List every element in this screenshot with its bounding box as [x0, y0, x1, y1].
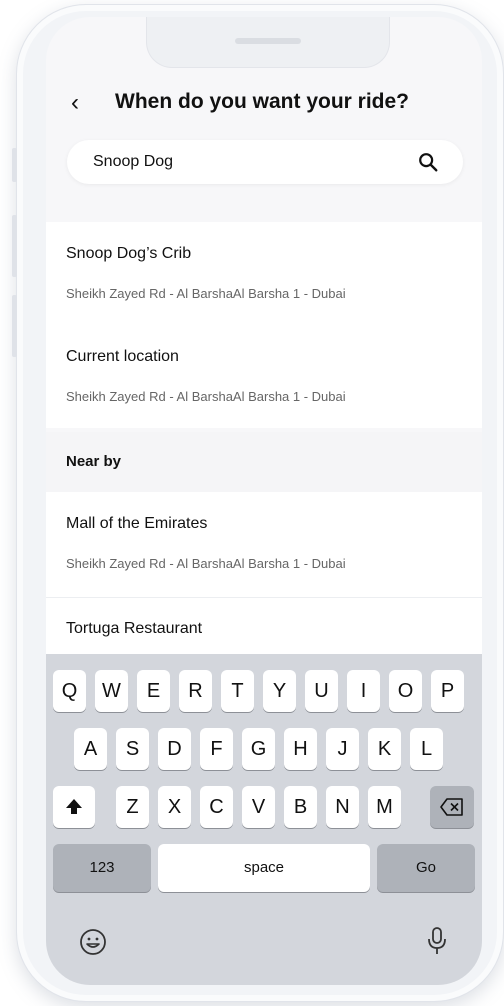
header: ‹ When do you want your ride? — [46, 87, 482, 127]
key-z[interactable]: Z — [116, 786, 149, 828]
list-item[interactable]: Current location Sheikh Zayed Rd - Al Ba… — [46, 325, 482, 428]
backspace-icon — [440, 798, 463, 816]
list-item[interactable]: Snoop Dog’s Crib Sheikh Zayed Rd - Al Ba… — [46, 222, 482, 325]
place-address: Sheikh Zayed Rd - Al BarshaAl Barsha 1 -… — [66, 286, 346, 301]
key-r[interactable]: R — [179, 670, 212, 712]
keyboard: Q W E R T Y U I O P A S D F G H J K L Z … — [46, 654, 482, 985]
section-label: Near by — [66, 453, 122, 470]
page-title: When do you want your ride? — [115, 90, 409, 113]
key-g[interactable]: G — [242, 728, 275, 770]
microphone-icon[interactable] — [427, 926, 447, 956]
key-k[interactable]: K — [368, 728, 401, 770]
key-x[interactable]: X — [158, 786, 191, 828]
key-j[interactable]: J — [326, 728, 359, 770]
place-name: Current location — [66, 348, 179, 365]
space-key[interactable]: space — [158, 844, 370, 892]
key-e[interactable]: E — [137, 670, 170, 712]
phone-screen: ‹ When do you want your ride? Snoop Dog’… — [46, 17, 482, 985]
numbers-key[interactable]: 123 — [53, 844, 151, 892]
key-o[interactable]: O — [389, 670, 422, 712]
place-address: Sheikh Zayed Rd - Al BarshaAl Barsha 1 -… — [66, 556, 346, 571]
key-i[interactable]: I — [347, 670, 380, 712]
results-list: Snoop Dog’s Crib Sheikh Zayed Rd - Al Ba… — [46, 222, 482, 428]
mute-switch — [12, 148, 17, 182]
key-u[interactable]: U — [305, 670, 338, 712]
key-n[interactable]: N — [326, 786, 359, 828]
volume-up-button — [12, 215, 17, 277]
place-name: Snoop Dog’s Crib — [66, 245, 192, 262]
place-name: Mall of the Emirates — [66, 515, 208, 532]
key-b[interactable]: B — [284, 786, 317, 828]
search-input[interactable] — [93, 140, 393, 184]
place-address: Sheikh Zayed Rd - Al BarshaAl Barsha 1 -… — [66, 389, 346, 404]
backspace-key[interactable] — [430, 786, 474, 828]
key-p[interactable]: P — [431, 670, 464, 712]
speaker-grille — [235, 38, 301, 44]
key-h[interactable]: H — [284, 728, 317, 770]
key-c[interactable]: C — [200, 786, 233, 828]
key-d[interactable]: D — [158, 728, 191, 770]
go-key[interactable]: Go — [377, 844, 475, 892]
search-icon[interactable] — [417, 151, 439, 173]
key-w[interactable]: W — [95, 670, 128, 712]
search-bar — [67, 140, 463, 184]
key-a[interactable]: A — [74, 728, 107, 770]
shift-key[interactable] — [53, 786, 95, 828]
key-v[interactable]: V — [242, 786, 275, 828]
volume-down-button — [12, 295, 17, 357]
key-m[interactable]: M — [368, 786, 401, 828]
emoji-icon[interactable] — [79, 928, 107, 956]
place-name: Tortuga Restaurant — [66, 620, 203, 637]
key-l[interactable]: L — [410, 728, 443, 770]
nearby-section-header: Near by — [46, 432, 482, 492]
key-s[interactable]: S — [116, 728, 149, 770]
key-t[interactable]: T — [221, 670, 254, 712]
shift-icon — [66, 799, 82, 814]
chevron-left-icon[interactable]: ‹ — [71, 89, 79, 117]
key-f[interactable]: F — [200, 728, 233, 770]
key-q[interactable]: Q — [53, 670, 86, 712]
notch — [146, 17, 390, 68]
key-y[interactable]: Y — [263, 670, 296, 712]
list-item[interactable]: Mall of the Emirates Sheikh Zayed Rd - A… — [46, 492, 482, 597]
